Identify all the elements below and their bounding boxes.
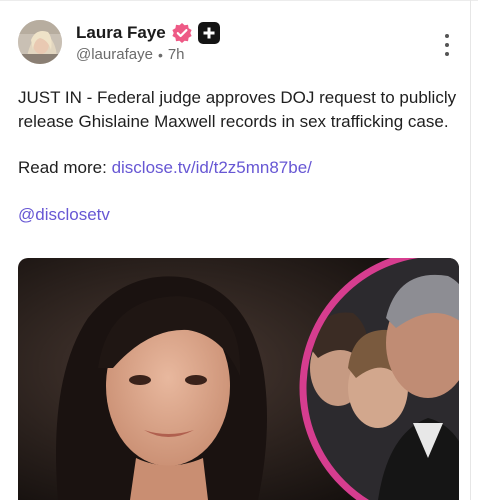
post-header: Laura Faye @laurafaye • 7h — [76, 22, 220, 63]
right-divider — [470, 0, 471, 500]
mention-link[interactable]: @disclosetv — [18, 205, 110, 224]
more-options-icon[interactable] — [438, 34, 456, 56]
author-name[interactable]: Laura Faye — [76, 23, 166, 43]
meta-separator: • — [157, 46, 163, 63]
avatar[interactable] — [18, 20, 62, 64]
post-image[interactable] — [18, 258, 459, 500]
post-body: JUST IN - Federal judge approves DOJ req… — [18, 86, 458, 226]
post-time[interactable]: 7h — [168, 46, 185, 63]
verified-badge-icon — [171, 22, 193, 44]
author-handle[interactable]: @laurafaye — [76, 46, 153, 63]
post-card[interactable]: Laura Faye @laurafaye • 7h JUST IN - Fed… — [0, 0, 470, 500]
read-more-line: Read more: disclose.tv/id/t2z5mn87be/ — [18, 156, 458, 180]
read-more-label: Read more: — [18, 158, 107, 177]
read-more-link[interactable]: disclose.tv/id/t2z5mn87be/ — [112, 158, 312, 177]
plus-badge-icon — [197, 22, 220, 44]
post-text: JUST IN - Federal judge approves DOJ req… — [18, 88, 457, 131]
